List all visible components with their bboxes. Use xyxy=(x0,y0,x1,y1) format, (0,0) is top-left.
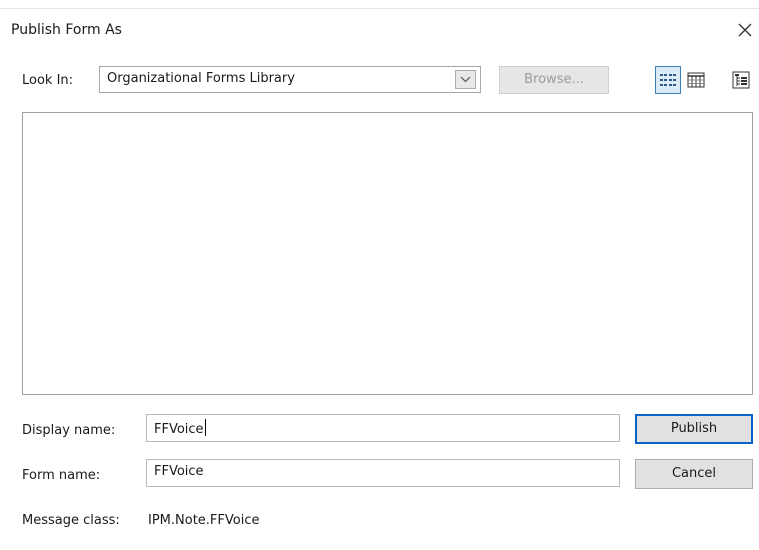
form-name-field[interactable]: FFVoice xyxy=(146,459,620,487)
close-icon xyxy=(738,23,752,37)
publish-button[interactable]: Publish xyxy=(635,414,753,444)
form-name-label: Form name: xyxy=(22,468,101,483)
forms-list[interactable] xyxy=(22,112,753,395)
look-in-label: Look In: xyxy=(22,73,74,88)
list-view-button[interactable] xyxy=(655,66,681,94)
details-view-icon xyxy=(687,72,705,88)
display-name-value: FFVoice xyxy=(154,422,204,437)
top-border xyxy=(0,8,759,9)
tree-view-button[interactable] xyxy=(729,66,755,94)
display-name-label: Display name: xyxy=(22,423,116,438)
look-in-value: Organizational Forms Library xyxy=(107,71,295,86)
list-view-icon xyxy=(660,74,676,86)
look-in-dropdown[interactable]: Organizational Forms Library xyxy=(99,66,481,93)
browse-button[interactable]: Browse... xyxy=(499,66,609,94)
close-button[interactable] xyxy=(731,16,757,42)
display-name-field[interactable]: FFVoice xyxy=(146,414,620,442)
dialog-title: Publish Form As xyxy=(11,22,122,38)
message-class-label: Message class: xyxy=(22,513,120,528)
details-view-button[interactable] xyxy=(683,66,709,94)
tree-view-icon xyxy=(732,71,750,89)
form-name-value: FFVoice xyxy=(154,464,204,479)
look-in-dropdown-button[interactable] xyxy=(455,70,476,89)
cancel-button[interactable]: Cancel xyxy=(635,459,753,489)
message-class-value: IPM.Note.FFVoice xyxy=(148,513,260,528)
publish-form-as-dialog: Publish Form As Look In: Organizational … xyxy=(0,0,759,550)
chevron-down-icon xyxy=(460,76,471,83)
text-caret xyxy=(204,419,206,436)
